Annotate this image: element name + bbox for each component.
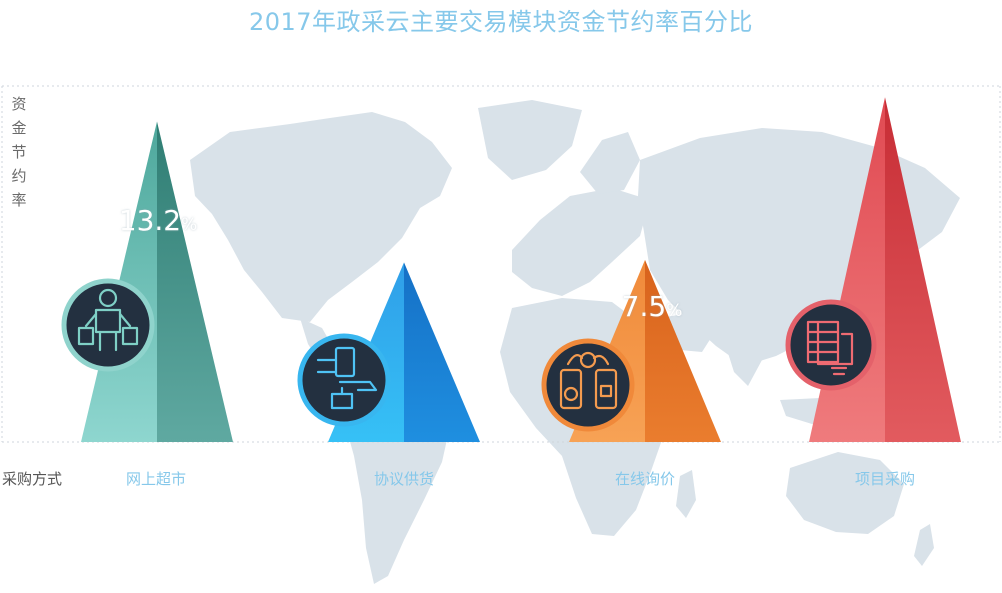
category-label: 协议供货 [373, 470, 434, 488]
category-label: 在线询价 [614, 470, 675, 488]
icon-badge-0 [61, 278, 155, 372]
bar-triangle-right-face [885, 97, 961, 442]
icon-badge-3 [785, 299, 877, 391]
category-label: 项目采购 [854, 470, 915, 488]
y-axis-label: 资金节约率 [11, 95, 27, 209]
data-label-number: 7.5 [621, 290, 667, 323]
icon-badge-2 [541, 338, 635, 432]
data-label-unit: % [181, 215, 198, 235]
category-label: 网上超市 [125, 470, 186, 488]
bar-triangle-right-face [404, 262, 480, 442]
data-label-unit: % [666, 301, 683, 321]
data-label: 13.2% [78, 204, 238, 237]
data-label-number: 13.2 [118, 204, 182, 237]
chart-canvas [1, 85, 1001, 584]
icon-badge-1 [297, 333, 391, 427]
x-axis-label: 采购方式 [2, 470, 63, 488]
data-label: 7.5% [572, 290, 732, 323]
